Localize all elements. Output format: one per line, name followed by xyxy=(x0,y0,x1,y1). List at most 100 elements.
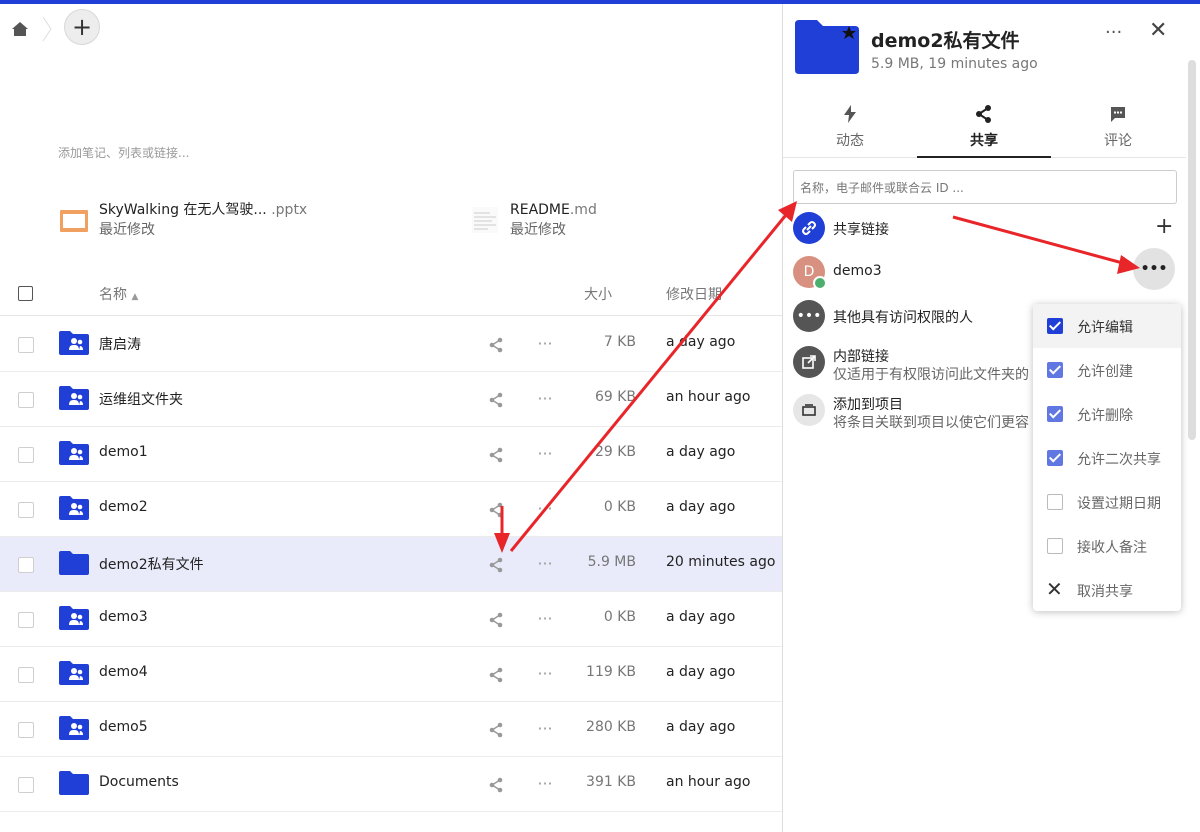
row-checkbox[interactable] xyxy=(18,722,34,738)
file-name[interactable]: demo1 xyxy=(99,444,148,460)
column-modified-header[interactable]: 修改日期 xyxy=(666,284,722,304)
recent-file-pptx[interactable]: SkyWalking 在无人驾驶... .pptx 最近修改 xyxy=(59,200,307,240)
share-icon[interactable] xyxy=(488,557,504,573)
shared-folder-icon xyxy=(59,716,89,740)
file-name[interactable]: demo4 xyxy=(99,664,148,680)
scrollbar[interactable] xyxy=(1188,60,1196,440)
shared-folder-icon xyxy=(59,661,89,685)
menu-item-allow-edit[interactable]: 允许编辑 xyxy=(1033,304,1181,348)
checkbox[interactable] xyxy=(1047,494,1063,510)
share-icon[interactable] xyxy=(488,612,504,628)
share-icon[interactable] xyxy=(488,722,504,738)
sidebar-subtitle: 5.9 MB, 19 minutes ago xyxy=(871,56,1038,72)
presentation-file-icon xyxy=(60,210,88,232)
share-icon[interactable] xyxy=(488,502,504,518)
row-checkbox[interactable] xyxy=(18,502,34,518)
file-name[interactable]: demo2私有文件 xyxy=(99,554,204,574)
home-icon[interactable] xyxy=(10,19,30,39)
row-checkbox[interactable] xyxy=(18,777,34,793)
recent-file-ext: .md xyxy=(569,202,597,218)
recent-file-sub: 最近修改 xyxy=(510,222,566,238)
more-actions-icon[interactable]: ··· xyxy=(536,555,554,573)
menu-item-set-expiration[interactable]: 设置过期日期 xyxy=(1033,480,1181,524)
folder-icon xyxy=(59,551,89,575)
shared-folder-icon xyxy=(59,606,89,630)
file-name[interactable]: demo3 xyxy=(99,609,148,625)
file-modified: a day ago xyxy=(666,334,736,350)
share-permissions-menu: 允许编辑 允许创建 允许删除 允许二次共享 设置过期日期 接收人备注 ✕ 取消共… xyxy=(1033,304,1181,611)
file-name[interactable]: demo5 xyxy=(99,719,148,735)
row-checkbox[interactable] xyxy=(18,667,34,683)
recent-file-name: SkyWalking 在无人驾驶... xyxy=(99,202,267,218)
close-icon[interactable]: ✕ xyxy=(1149,18,1167,43)
new-button[interactable]: + xyxy=(64,9,100,45)
more-actions-icon[interactable]: ··· xyxy=(536,335,554,353)
recent-file-readme[interactable]: README.md 最近修改 xyxy=(470,200,597,240)
more-actions-icon[interactable]: ··· xyxy=(536,720,554,738)
sort-asc-icon: ▲ xyxy=(131,292,139,302)
checkbox[interactable] xyxy=(1047,406,1063,422)
row-checkbox[interactable] xyxy=(18,557,34,573)
row-checkbox[interactable] xyxy=(18,337,34,353)
table-row[interactable]: demo1 ··· 29 KB a day ago xyxy=(0,427,782,482)
table-row[interactable]: demo5 ··· 280 KB a day ago xyxy=(0,702,782,757)
select-all-checkbox[interactable] xyxy=(18,286,33,301)
column-name-header[interactable]: 名称 ▲ xyxy=(99,284,138,304)
file-name[interactable]: 运维组文件夹 xyxy=(99,389,183,409)
menu-item-allow-delete[interactable]: 允许删除 xyxy=(1033,392,1181,436)
more-actions-icon[interactable]: ··· xyxy=(536,665,554,683)
share-icon[interactable] xyxy=(488,392,504,408)
row-checkbox[interactable] xyxy=(18,447,34,463)
share-link-label: 共享链接 xyxy=(833,222,889,238)
tab-comments[interactable]: 评论 xyxy=(1051,100,1185,158)
checkbox[interactable] xyxy=(1047,538,1063,554)
file-name[interactable]: Documents xyxy=(99,774,179,790)
sidebar-title: demo2私有文件 xyxy=(871,30,1020,52)
menu-item-allow-reshare[interactable]: 允许二次共享 xyxy=(1033,436,1181,480)
sidebar-more-button[interactable]: ··· xyxy=(1105,22,1122,43)
table-row[interactable]: demo2私有文件 ··· 5.9 MB 20 minutes ago xyxy=(0,537,782,592)
table-row[interactable]: 唐启涛 ··· 7 KB a day ago xyxy=(0,317,782,372)
comment-icon xyxy=(1111,107,1125,122)
more-actions-icon[interactable]: ··· xyxy=(536,390,554,408)
checkbox[interactable] xyxy=(1047,450,1063,466)
file-name[interactable]: 唐启涛 xyxy=(99,334,141,354)
internal-link-sub: 仅适用于有权限访问此文件夹的 xyxy=(833,367,1029,383)
share-icon[interactable] xyxy=(488,667,504,683)
table-row[interactable]: demo4 ··· 119 KB a day ago xyxy=(0,647,782,702)
table-row[interactable]: Documents ··· 391 KB an hour ago xyxy=(0,757,782,812)
more-icon: ••• xyxy=(793,300,825,332)
checkbox[interactable] xyxy=(1047,318,1063,334)
more-actions-icon[interactable]: ··· xyxy=(536,610,554,628)
menu-item-allow-create[interactable]: 允许创建 xyxy=(1033,348,1181,392)
row-checkbox[interactable] xyxy=(18,612,34,628)
share-search-input[interactable]: 名称，电子邮件或联合云 ID ... xyxy=(793,170,1177,204)
share-icon[interactable] xyxy=(488,447,504,463)
file-modified: an hour ago xyxy=(666,389,751,405)
column-size-header[interactable]: 大小 xyxy=(584,284,612,304)
menu-item-recipient-note[interactable]: 接收人备注 xyxy=(1033,524,1181,568)
add-to-project-title: 添加到项目 xyxy=(833,397,903,413)
table-row[interactable]: 运维组文件夹 ··· 69 KB an hour ago xyxy=(0,372,782,427)
share-icon[interactable] xyxy=(488,337,504,353)
file-size: 280 KB xyxy=(586,719,636,735)
notes-placeholder[interactable]: 添加笔记、列表或链接... xyxy=(58,144,189,161)
more-actions-icon[interactable]: ··· xyxy=(536,445,554,463)
share-icon[interactable] xyxy=(488,777,504,793)
menu-item-unshare[interactable]: ✕ 取消共享 xyxy=(1033,568,1181,612)
more-actions-icon[interactable]: ··· xyxy=(536,500,554,518)
text-file-icon xyxy=(472,207,498,233)
activity-icon xyxy=(844,105,856,123)
checkbox[interactable] xyxy=(1047,362,1063,378)
tab-sharing[interactable]: 共享 xyxy=(917,100,1051,158)
share-link-row[interactable]: 共享链接 + xyxy=(793,212,1193,244)
add-share-link-button[interactable]: + xyxy=(1155,214,1173,239)
file-name[interactable]: demo2 xyxy=(99,499,148,515)
table-row[interactable]: demo3 ··· 0 KB a day ago xyxy=(0,592,782,647)
link-icon xyxy=(793,212,825,244)
tab-activity[interactable]: 动态 xyxy=(783,100,917,158)
row-checkbox[interactable] xyxy=(18,392,34,408)
more-actions-icon[interactable]: ··· xyxy=(536,775,554,793)
share-user-more-button[interactable]: ••• xyxy=(1133,248,1175,290)
table-row[interactable]: demo2 ··· 0 KB a day ago xyxy=(0,482,782,537)
